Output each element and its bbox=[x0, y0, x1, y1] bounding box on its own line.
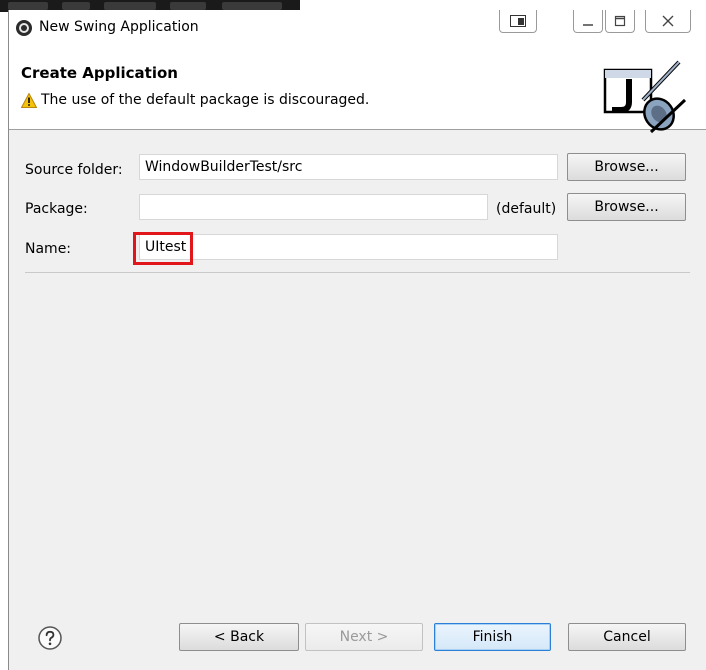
source-folder-input[interactable]: WindowBuilderTest/src bbox=[139, 154, 558, 180]
page-title: Create Application bbox=[21, 64, 178, 82]
package-label: Package: bbox=[25, 201, 88, 217]
restore-button[interactable] bbox=[499, 10, 537, 33]
maximize-icon bbox=[614, 15, 626, 27]
package-input[interactable] bbox=[139, 194, 488, 220]
title-bar: New Swing Application bbox=[9, 10, 706, 42]
finish-button[interactable]: Finish bbox=[434, 623, 551, 651]
warning-message: The use of the default package is discou… bbox=[41, 92, 370, 108]
wizard-header: Create Application The use of the defaul… bbox=[9, 42, 706, 134]
maximize-button[interactable] bbox=[605, 10, 635, 33]
source-folder-label: Source folder: bbox=[25, 162, 123, 178]
java-banner-icon bbox=[603, 60, 687, 134]
help-icon[interactable] bbox=[38, 626, 62, 650]
cancel-button[interactable]: Cancel bbox=[568, 623, 686, 651]
close-icon bbox=[662, 15, 674, 27]
package-default-hint: (default) bbox=[496, 201, 557, 217]
warning-icon bbox=[21, 93, 37, 108]
app-icon bbox=[16, 20, 32, 36]
restore-icon bbox=[510, 15, 526, 27]
name-highlight-box bbox=[133, 232, 193, 265]
minimize-icon bbox=[583, 24, 593, 26]
back-button[interactable]: < Back bbox=[179, 623, 299, 651]
minimize-button[interactable] bbox=[573, 10, 603, 33]
dialog-window: New Swing Application Create Application… bbox=[8, 10, 706, 670]
browse-source-folder-button[interactable]: Browse... bbox=[567, 153, 686, 181]
form-separator bbox=[25, 272, 690, 273]
close-button[interactable] bbox=[645, 10, 691, 33]
window-title: New Swing Application bbox=[39, 19, 199, 35]
name-input[interactable]: UItest bbox=[139, 234, 558, 260]
next-button[interactable]: Next > bbox=[305, 623, 423, 651]
name-label: Name: bbox=[25, 241, 72, 257]
browse-package-button[interactable]: Browse... bbox=[567, 193, 686, 221]
